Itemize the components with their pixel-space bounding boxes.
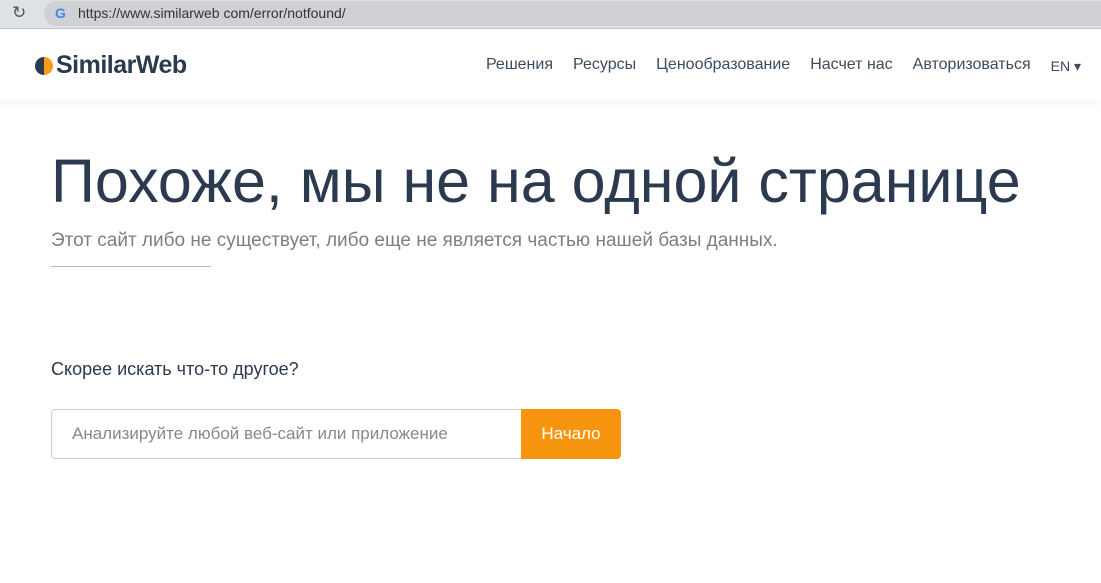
page-title: Похоже, мы не на одной странице xyxy=(51,147,1021,215)
logo-icon xyxy=(35,56,53,75)
google-icon: G xyxy=(55,5,66,21)
url-text[interactable]: https://www.similarweb com/error/notfoun… xyxy=(78,5,346,21)
search-input[interactable] xyxy=(51,409,521,459)
main-menu: Решения Ресурсы Ценообразование Насчет н… xyxy=(486,56,1081,75)
nav-about[interactable]: Насчет нас xyxy=(810,56,892,75)
nav-resources[interactable]: Ресурсы xyxy=(573,56,636,75)
nav-login[interactable]: Авторизоваться xyxy=(913,56,1031,75)
search-prompt: Скорее искать что-то другое? xyxy=(51,359,299,379)
reload-icon[interactable]: ↻ xyxy=(12,3,26,23)
nav-solutions[interactable]: Решения xyxy=(486,56,553,75)
page-subtitle: Этот сайт либо не существует, либо еще н… xyxy=(51,230,778,251)
browser-toolbar: ↻ G https://www.similarweb com/error/not… xyxy=(0,0,1101,29)
start-button[interactable]: Начало xyxy=(521,409,621,459)
nav-pricing[interactable]: Ценообразование xyxy=(656,56,790,75)
address-bar[interactable]: G https://www.similarweb com/error/notfo… xyxy=(44,1,1101,26)
logo-text: SimilarWeb xyxy=(56,51,187,79)
site-header: SimilarWeb Решения Ресурсы Ценообразован… xyxy=(0,30,1101,101)
divider xyxy=(51,266,211,267)
similarweb-logo[interactable]: SimilarWeb xyxy=(35,51,187,80)
language-selector[interactable]: EN ▾ xyxy=(1051,58,1081,75)
